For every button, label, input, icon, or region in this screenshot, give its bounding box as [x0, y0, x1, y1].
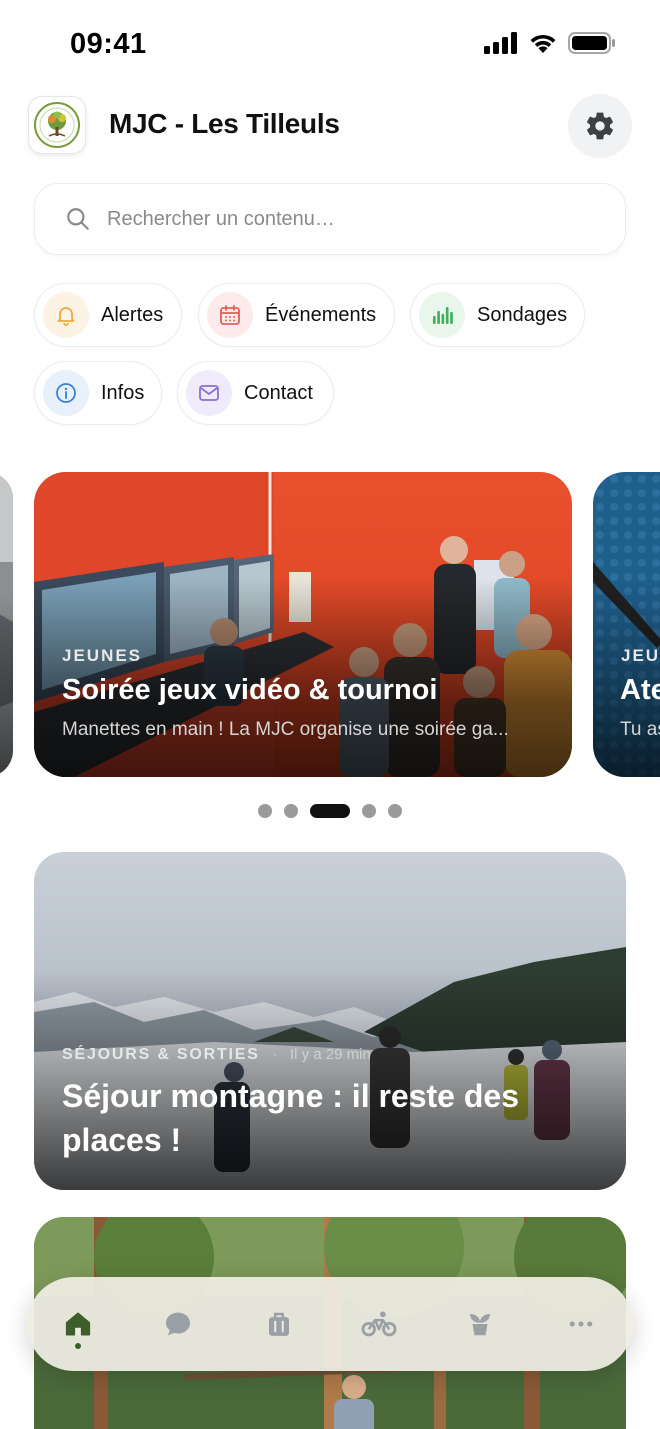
tab-more[interactable] [551, 1277, 611, 1371]
carousel-slide-current[interactable]: JEUNES Soirée jeux vidéo & tournoi Manet… [34, 472, 572, 777]
news-meta: SÉJOURS & SORTIES · Il y a 29 min [62, 1046, 371, 1064]
app-header: MJC - Les Tilleuls [28, 94, 632, 158]
slide-category: JEUN [621, 646, 660, 665]
mail-icon [199, 385, 219, 401]
bell-icon [57, 307, 75, 326]
chip-icon-bg [43, 292, 89, 338]
search-icon [67, 208, 89, 230]
status-icons [484, 32, 616, 54]
tab-activities[interactable] [349, 1277, 409, 1371]
chip-icon-bg [43, 370, 89, 416]
pagination-dot-active[interactable] [310, 804, 350, 818]
battery-icon [568, 32, 615, 54]
news-time: Il y a 29 min [289, 1046, 371, 1063]
chip-label: Alertes [101, 303, 164, 326]
meta-separator: · [272, 1046, 278, 1063]
carousel-slide-previous[interactable] [0, 472, 13, 777]
chip-icon-bg [186, 370, 232, 416]
tab-stays[interactable] [249, 1277, 309, 1371]
tab-garden[interactable] [450, 1277, 510, 1371]
home-icon [65, 1312, 91, 1336]
chip-evenements[interactable]: Événements [198, 283, 395, 347]
pagination-dot[interactable] [362, 804, 376, 818]
carousel-pagination [0, 802, 660, 820]
chip-infos[interactable]: Infos [34, 361, 162, 425]
slide-title: Soirée jeux vidéo & tournoi [62, 674, 438, 706]
app-logo[interactable] [28, 96, 86, 154]
wifi-icon [530, 34, 556, 53]
app-title: MJC - Les Tilleuls [109, 108, 340, 139]
chip-icon-bg [419, 292, 465, 338]
chip-label: Infos [101, 381, 145, 404]
plant-icon [470, 1314, 490, 1336]
news-title: Séjour montagne : il reste des places ! [62, 1078, 519, 1158]
active-tab-indicator [75, 1343, 81, 1349]
chip-contact[interactable]: Contact [177, 361, 334, 425]
chip-label: Sondages [477, 303, 568, 326]
settings-button[interactable] [568, 94, 632, 158]
chip-alertes[interactable]: Alertes [34, 283, 182, 347]
chat-bubble-icon [166, 1312, 190, 1336]
slide-image [0, 472, 13, 777]
tree-logo-icon [34, 102, 80, 148]
carousel-slide-next[interactable]: JEUN Ate Tu as [593, 472, 660, 777]
slide-description: Manettes en main ! La MJC organise une s… [62, 719, 509, 740]
info-icon [56, 383, 76, 403]
bottom-tab-bar [27, 1277, 633, 1371]
pagination-dot[interactable] [258, 804, 272, 818]
signal-icon [484, 32, 517, 54]
pagination-dot[interactable] [388, 804, 402, 818]
bicycle-icon [361, 1311, 397, 1337]
featured-carousel[interactable]: JEUNES Soirée jeux vidéo & tournoi Manet… [0, 472, 660, 777]
news-card[interactable]: SÉJOURS & SORTIES · Il y a 29 min Séjour… [34, 852, 626, 1190]
tab-messages[interactable] [148, 1277, 208, 1371]
more-icon [569, 1321, 593, 1327]
gear-icon [587, 112, 613, 140]
chip-sondages[interactable]: Sondages [410, 283, 585, 347]
slide-category: JEUNES [62, 646, 143, 665]
slide-description: Tu as [620, 719, 660, 740]
search-bar[interactable] [34, 183, 626, 255]
slide-title: Ate [620, 674, 660, 706]
status-time: 09:41 [70, 28, 147, 60]
suitcase-icon [269, 1312, 289, 1336]
news-category: SÉJOURS & SORTIES [62, 1046, 260, 1063]
chip-label: Contact [244, 381, 313, 404]
calendar-icon [220, 305, 240, 325]
tab-home[interactable] [48, 1277, 108, 1371]
chip-label: Événements [265, 303, 377, 326]
bar-chart-icon [433, 307, 453, 324]
chip-icon-bg [207, 292, 253, 338]
pagination-dot[interactable] [284, 804, 298, 818]
status-bar: 09:41 [0, 0, 660, 88]
search-input[interactable] [107, 207, 587, 231]
